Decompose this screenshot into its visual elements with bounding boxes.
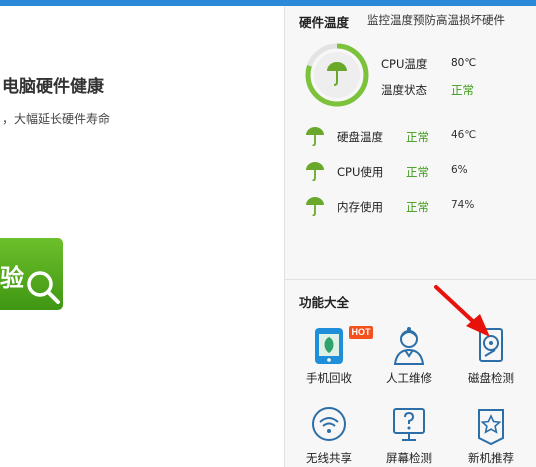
wifi-icon	[312, 407, 346, 441]
tool-screen-check[interactable]: 屏幕检测	[373, 406, 445, 467]
start-check-label: 验	[0, 264, 24, 292]
hardware-temp-description: 监控温度预防高温损坏硬件	[367, 13, 505, 27]
hardware-temp-title: 硬件温度	[299, 15, 350, 30]
section-divider	[285, 279, 536, 280]
tool-label: 屏幕检测	[386, 451, 432, 465]
tool-label: 无线共享	[306, 451, 352, 465]
tool-label: 手机回收	[306, 371, 352, 385]
main-pane: 电脑硬件健康 ，大幅延长硬件寿命 验	[0, 6, 284, 467]
temperature-gauge	[305, 43, 369, 107]
temp-state-value: 正常	[451, 83, 474, 97]
hw-row-name: CPU使用	[337, 165, 384, 179]
tool-label: 新机推荐	[468, 451, 514, 465]
magnifier-icon	[27, 271, 60, 304]
functions-title: 功能大全	[299, 295, 350, 310]
hw-row-name: 内存使用	[337, 200, 383, 214]
hw-row-state: 正常	[406, 165, 429, 179]
technician-icon	[393, 327, 425, 365]
start-check-button[interactable]: 验	[0, 238, 63, 310]
side-panel: 硬件温度 监控温度预防高温损坏硬件 CPU温度 80℃ 温度状态 正常 硬盘温度…	[284, 6, 536, 467]
tool-phone-recycle[interactable]: HOT 手机回收	[293, 326, 373, 392]
hw-row-state: 正常	[406, 200, 429, 214]
cpu-temp-label: CPU温度	[381, 57, 428, 71]
umbrella-icon	[306, 162, 324, 181]
tool-new-machine[interactable]: 新机推荐	[455, 406, 527, 467]
cpu-temp-value: 80℃	[451, 57, 477, 69]
tool-wifi-share[interactable]: 无线共享	[293, 406, 365, 467]
hot-badge: HOT	[349, 326, 373, 339]
hw-row-memory-usage: 内存使用 正常 74%	[305, 196, 525, 218]
hw-row-value: 6%	[451, 164, 468, 176]
umbrella-icon	[306, 127, 324, 146]
umbrella-icon	[306, 197, 324, 216]
hero-subtitle: ，大幅延长硬件寿命	[2, 112, 111, 126]
hero-title: 电脑硬件健康	[2, 77, 104, 97]
phone-recycle-icon	[315, 328, 343, 364]
tool-label: 磁盘检测	[468, 371, 514, 385]
hw-row-state: 正常	[406, 130, 429, 144]
screen-check-icon	[393, 408, 425, 441]
hw-row-name: 硬盘温度	[337, 130, 383, 144]
hw-row-value: 74%	[451, 199, 475, 211]
hw-row-disk-temp: 硬盘温度 正常 46℃	[305, 126, 525, 148]
annotation-arrow	[434, 285, 490, 337]
new-machine-star-icon	[478, 409, 504, 446]
tool-label: 人工维修	[386, 371, 432, 385]
temp-state-label: 温度状态	[381, 83, 427, 97]
hw-row-cpu-usage: CPU使用 正常 6%	[305, 161, 525, 183]
hw-row-value: 46℃	[451, 129, 477, 141]
